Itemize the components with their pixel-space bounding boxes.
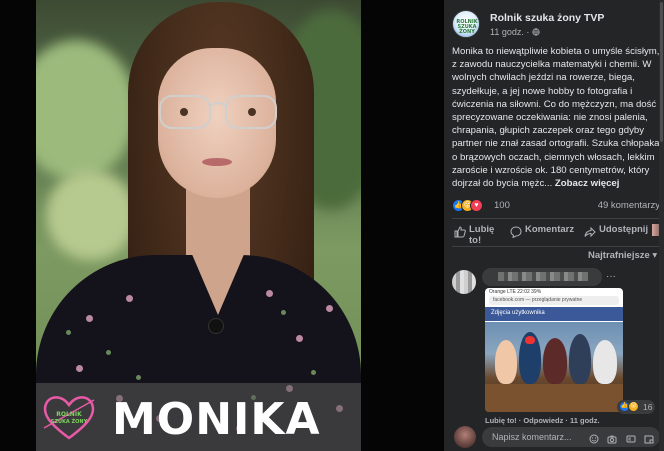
comment-item: ··· Orange LTE 22:02 39% facebook.com — … [452, 268, 664, 428]
post-text: Monika to niewątpliwie kobieta o umyśle … [452, 45, 664, 190]
comment-options-button[interactable]: ··· [606, 271, 616, 282]
comment-input[interactable]: Napisz komentarz... [482, 427, 660, 447]
panel-scroll-thumb[interactable] [660, 2, 663, 142]
redacted-author-name [498, 272, 588, 281]
photo-viewer: ROLNIK SZUKA ŻONY MONIKA [0, 0, 444, 451]
comment-reactions[interactable]: 👍 😮 16 [617, 400, 655, 414]
glasses-icon [159, 95, 277, 129]
camera-icon[interactable] [607, 434, 617, 444]
person [543, 338, 567, 384]
like-label: Lubię to! [469, 224, 495, 246]
composer-icons [585, 431, 654, 444]
caption-name: MONIKA [112, 394, 321, 445]
comment-bubble [482, 268, 602, 286]
post-actions: Lubię to! Komentarz Udostępnij [452, 222, 664, 246]
comment-count-link[interactable]: 49 komentarzy [598, 200, 660, 211]
post-timestamp[interactable]: 11 godz. · [490, 27, 540, 37]
divider [452, 246, 662, 247]
screenshot-group-photo [485, 322, 623, 412]
chevron-down-icon: ▾ [652, 250, 658, 261]
svg-text:SZUKA ŻONY: SZUKA ŻONY [51, 418, 88, 425]
table [485, 384, 623, 412]
person [569, 334, 591, 384]
divider [452, 218, 662, 219]
person [593, 340, 617, 384]
screenshot-status-bar: Orange LTE 22:02 39% [489, 289, 542, 295]
page-name-link[interactable]: Rolnik szuka żony TVP [490, 12, 604, 24]
post-header: ROLNIK SZUKA ŻONY Rolnik szuka żony TVP … [452, 10, 662, 42]
commenter-avatar[interactable] [452, 270, 476, 294]
screenshot-url-bar: facebook.com — przeglądanie prywatne [489, 296, 619, 305]
gif-icon[interactable] [626, 434, 636, 444]
globe-icon [532, 28, 540, 36]
show-logo-icon: ROLNIK SZUKA ŻONY [43, 396, 95, 440]
reactions-summary[interactable]: 👍 😮 ♥ 100 49 komentarzy [452, 199, 662, 213]
share-icon [584, 226, 596, 238]
comment-placeholder: Napisz komentarz... [492, 432, 572, 442]
sticker-icon[interactable] [644, 434, 654, 444]
comment-label: Komentarz [525, 224, 575, 235]
wow-icon: 😮 [628, 401, 639, 412]
love-icon: ♥ [470, 199, 483, 212]
emoji-icon[interactable] [589, 434, 599, 444]
lips [202, 158, 232, 166]
see-more-link[interactable]: Zobacz więcej [555, 178, 620, 189]
v-neckline [188, 245, 248, 315]
background-foliage [36, 40, 136, 180]
red-highlight [525, 336, 535, 344]
thumbs-up-icon [454, 226, 466, 238]
microphone-icon [208, 318, 224, 334]
svg-text:ROLNIK: ROLNIK [56, 411, 82, 418]
like-button[interactable]: Lubię to! [454, 222, 504, 246]
share-label: Udostępnij [599, 224, 649, 235]
post-time-text: 11 godz. · [490, 27, 532, 37]
comment-reaction-count: 16 [643, 402, 653, 412]
reaction-count: 100 [494, 200, 510, 211]
sort-label: Najtrafniejsze [588, 250, 650, 261]
screenshot-header: Zdjęcia użytkownika [485, 307, 623, 321]
background-foliage [46, 170, 136, 260]
comment-attached-screenshot[interactable]: Orange LTE 22:02 39% facebook.com — prze… [485, 288, 623, 412]
comment-button[interactable]: Komentarz [510, 222, 580, 246]
user-avatar [454, 426, 476, 448]
person [495, 340, 517, 384]
share-button[interactable]: Udostępnij [584, 222, 662, 246]
comment-sort-dropdown[interactable]: Najtrafniejsze ▾ [588, 250, 657, 261]
post-side-panel: ROLNIK SZUKA ŻONY Rolnik szuka żony TVP … [444, 0, 664, 451]
post-body: Monika to niewątpliwie kobieta o umyśle … [452, 46, 660, 190]
page-avatar[interactable]: ROLNIK SZUKA ŻONY [452, 10, 480, 38]
comment-composer: Napisz komentarz... [452, 424, 664, 450]
comment-icon [510, 226, 522, 238]
